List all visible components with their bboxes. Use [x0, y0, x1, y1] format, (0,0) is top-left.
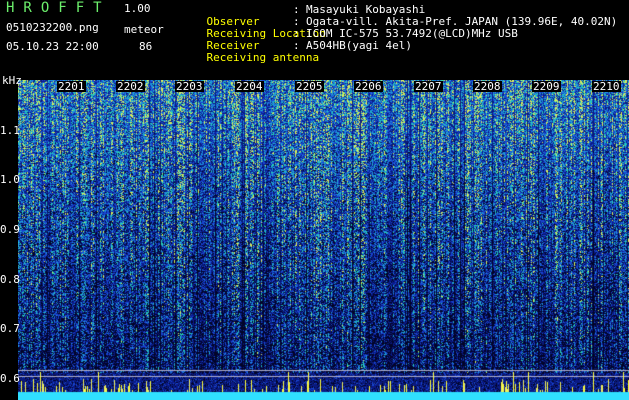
x-tick-label: 2204 [235, 80, 264, 93]
y-tick-label: 1.0 [0, 173, 20, 186]
y-tick-label: 0.6 [0, 372, 20, 385]
y-tick-label: 1.1 [0, 124, 20, 137]
y-tick-label: 0.9 [0, 223, 20, 236]
x-tick-label: 2209 [532, 80, 561, 93]
x-tick-label: 2202 [116, 80, 145, 93]
info-label: Receiving antenna [206, 51, 320, 64]
spectrogram-canvas [18, 80, 629, 400]
x-tick-label: 2208 [473, 80, 502, 93]
meteor-count: 86 [139, 40, 153, 53]
info-value-antenna: A504HB(yagi 4el) [306, 39, 412, 52]
x-tick-label: 2203 [175, 80, 204, 93]
app-version: 1.00 [124, 2, 151, 15]
x-tick-label: 2205 [295, 80, 324, 93]
x-tick-label: 2201 [57, 80, 86, 93]
app-name: HROFFT [6, 0, 111, 16]
date-time: 05.10.23 22:00 [6, 40, 99, 53]
y-tick-label: 0.8 [0, 273, 20, 286]
header-panel: HROFFT 1.00 0510232200.png 05.10.23 22:0… [0, 0, 629, 76]
file-name: 0510232200.png [6, 21, 99, 34]
y-tick-label: 0.7 [0, 322, 20, 335]
x-tick-label: 2207 [414, 80, 443, 93]
x-tick-label: 2210 [592, 80, 621, 93]
y-axis-unit: kHz [2, 74, 22, 87]
info-colon: : [293, 39, 300, 52]
meteor-label: meteor [124, 23, 164, 36]
x-tick-label: 2206 [354, 80, 383, 93]
